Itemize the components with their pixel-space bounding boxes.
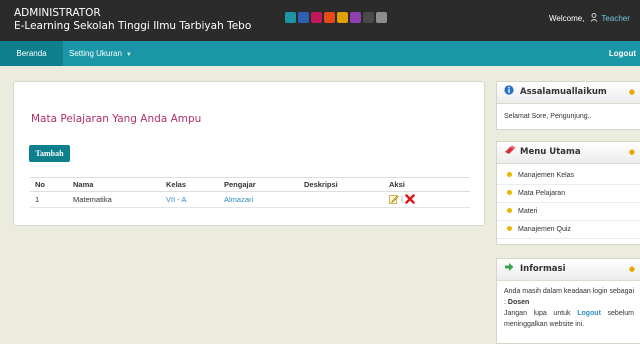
table-row: 1 Matematika VII - A Almazari |	[30, 191, 470, 208]
arrow-right-icon	[504, 260, 514, 271]
theme-swatch-5[interactable]	[337, 12, 348, 23]
table-header-row: No Nama Kelas Pengajar Deskripsi Aksi	[30, 177, 470, 192]
menu-item-label: Manajemen Quiz	[518, 226, 571, 233]
col-header-kelas: Kelas	[161, 177, 219, 192]
action-separator: |	[401, 194, 403, 204]
collapse-toggle-icon[interactable]: ●	[629, 259, 635, 280]
chevron-down-icon: ▼	[125, 52, 132, 58]
menu-item-manajemen-kelas[interactable]: Manajemen Kelas	[497, 167, 640, 185]
welcome-label: Welcome,	[549, 14, 585, 23]
col-header-no: No	[30, 177, 68, 192]
collapse-toggle-icon[interactable]: ●	[629, 82, 635, 103]
col-header-nama: Nama	[68, 177, 161, 192]
cell-nama: Matematika	[68, 191, 161, 208]
cell-kelas[interactable]: VII - A	[161, 191, 219, 208]
main-content-panel: Mata Pelajaran Yang Anda Ampu Tambah No …	[13, 81, 485, 226]
nav-home[interactable]: Beranda	[0, 41, 63, 66]
theme-swatch-1[interactable]	[285, 12, 296, 23]
admin-title: ADMINISTRATOR	[14, 7, 101, 19]
edit-icon[interactable]	[389, 194, 399, 206]
bullet-icon	[507, 208, 512, 213]
information-title: Informasi	[520, 264, 566, 274]
theme-swatch-3[interactable]	[311, 12, 322, 23]
role-text: Dosen	[507, 299, 530, 306]
menu-item-materi[interactable]: Materi	[497, 203, 640, 221]
cell-pengajar[interactable]: Almazari	[219, 191, 299, 208]
menu-item-mata-pelajaran[interactable]: Mata Pelajaran	[497, 185, 640, 203]
col-header-deskripsi: Deskripsi	[299, 177, 384, 192]
information-panel: Informasi ● Anda masih dalam keadaan log…	[496, 258, 640, 344]
subjects-table: No Nama Kelas Pengajar Deskripsi Aksi 1 …	[30, 177, 470, 208]
nav-setting-label: Setting Ukuran	[69, 49, 122, 58]
bullet-icon	[507, 226, 512, 231]
page-title: Mata Pelajaran Yang Anda Ampu	[31, 113, 202, 125]
information-text: Anda masih dalam keadaan login sebagai :…	[497, 281, 640, 337]
main-menu-panel: Menu Utama ● Manajemen Kelas Mata Pelaja…	[496, 141, 640, 245]
main-menu-header: Menu Utama ●	[497, 142, 640, 164]
greeting-header: Assalamuallaikum ●	[497, 82, 640, 104]
eraser-icon	[504, 143, 516, 154]
add-button[interactable]: Tambah	[29, 145, 70, 162]
site-title: E-Learning Sekolah Tinggi Ilmu Tarbiyah …	[14, 20, 252, 32]
information-header: Informasi ●	[497, 259, 640, 281]
menu-item-label: Manajemen Kelas	[518, 172, 575, 179]
theme-swatch-2[interactable]	[298, 12, 309, 23]
nav-setting-dropdown[interactable]: Setting Ukuran ▼	[69, 41, 132, 66]
info-icon	[504, 83, 514, 95]
logout-link[interactable]: Logout	[609, 41, 636, 66]
greeting-title: Assalamuallaikum	[520, 87, 607, 97]
welcome-area: Welcome, Teacher	[549, 13, 630, 23]
greeting-panel: Assalamuallaikum ● Selamat Sore, Pengunj…	[496, 81, 640, 130]
greeting-text: Selamat Sore, Pengunjung..	[504, 113, 592, 120]
col-header-aksi: Aksi	[384, 177, 470, 192]
user-icon	[590, 13, 598, 22]
theme-swatch-8[interactable]	[376, 12, 387, 23]
col-header-pengajar: Pengajar	[219, 177, 299, 192]
sidebar-logout-link[interactable]: Logout	[577, 310, 601, 317]
cell-aksi: |	[384, 191, 470, 208]
delete-icon[interactable]	[405, 193, 415, 206]
menu-item-manajemen-quiz[interactable]: Manajemen Quiz	[497, 221, 640, 239]
cell-deskripsi	[299, 191, 384, 208]
theme-swatch-6[interactable]	[350, 12, 361, 23]
main-menu-title: Menu Utama	[520, 147, 581, 157]
theme-color-picker	[285, 12, 387, 26]
main-navbar: Beranda Setting Ukuran ▼ Logout	[0, 41, 640, 66]
reminder-text-a: Jangan lupa untuk	[504, 310, 571, 317]
collapse-toggle-icon[interactable]: ●	[629, 142, 635, 163]
username-link[interactable]: Teacher	[601, 14, 629, 23]
theme-swatch-7[interactable]	[363, 12, 374, 23]
menu-item-label: Materi	[518, 208, 538, 215]
cell-no: 1	[30, 191, 68, 208]
menu-item-label: Mata Pelajaran	[518, 190, 566, 197]
theme-swatch-4[interactable]	[324, 12, 335, 23]
top-header-bar: ADMINISTRATOR E-Learning Sekolah Tinggi …	[0, 0, 640, 41]
bullet-icon	[507, 172, 512, 177]
bullet-icon	[507, 190, 512, 195]
